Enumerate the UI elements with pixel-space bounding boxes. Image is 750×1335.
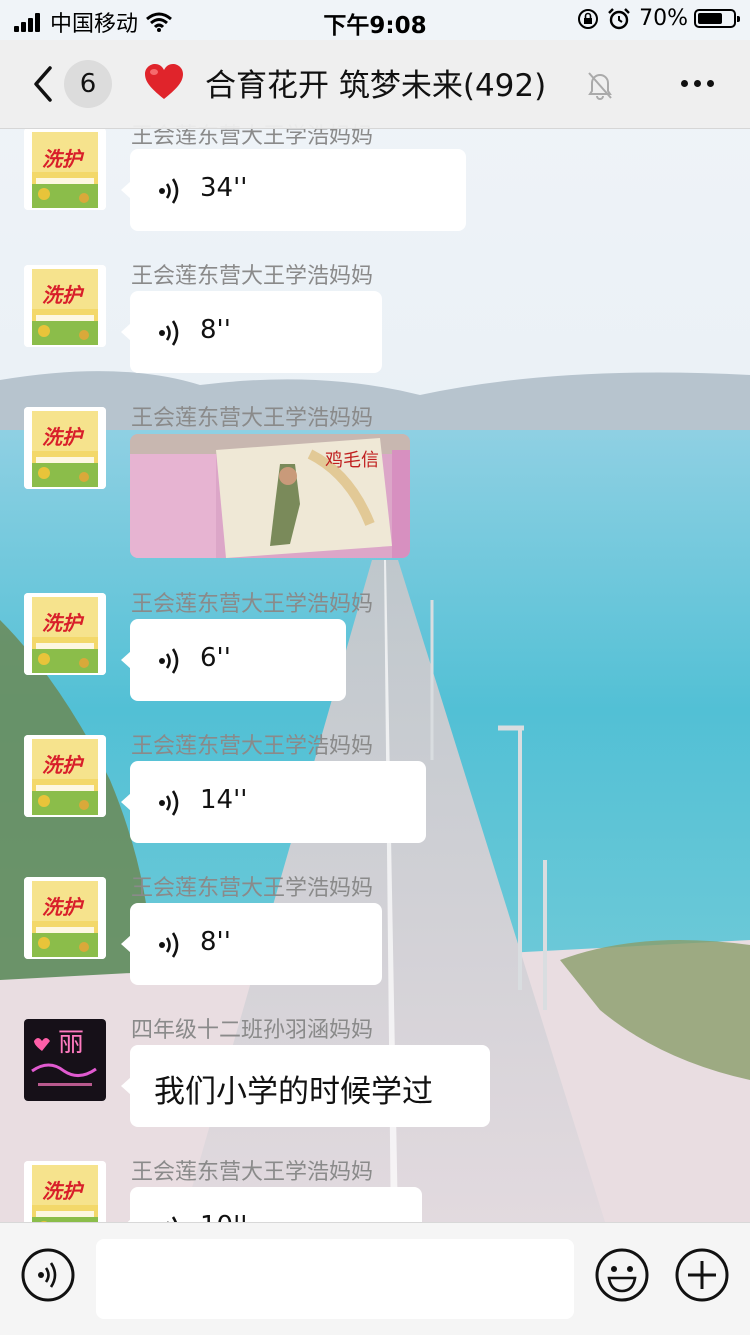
avatar-brand-text: 洗护 [42,753,85,777]
sender-name: 王会莲东营大王学浩妈妈 [131,406,374,431]
more-options-button[interactable] [675,80,714,87]
voice-wave-icon [159,932,179,958]
chat-nav-bar: 6 合育花开 筑梦未来(492) [0,40,750,129]
svg-text:洗护: 洗护 [42,611,85,635]
status-right: 70% [577,6,740,31]
battery-icon [694,9,740,28]
sender-name: 四年级十二班孙羽涵妈妈 [131,1018,374,1043]
text-message-bubble[interactable]: 我们小学的时候学过 [121,1045,490,1127]
back-chevron-icon[interactable] [28,64,58,104]
message-list[interactable]: 洗护 王会莲东营大王学浩妈妈 34'' 洗护 王会莲东营大王学浩妈妈 8'' 洗 [0,0,750,1222]
sender-name: 王会莲东营大王学浩妈妈 [131,264,374,289]
voice-message-bubble[interactable]: 6'' [121,619,346,701]
voice-duration: 34'' [200,173,248,203]
sender-name: 王会莲东营大王学浩妈妈 [131,592,374,617]
voice-duration: 14'' [200,785,248,815]
image-caption-text: 鸡毛信 [325,450,379,471]
sender-name: 王会莲东营大王学浩妈妈 [131,734,374,759]
unread-count-badge[interactable]: 6 [64,60,112,108]
more-dots-icon [681,80,688,87]
voice-wave-icon [159,648,179,674]
svg-text:洗护: 洗护 [42,283,85,307]
voice-message-bubble[interactable]: 8'' [121,903,382,985]
svg-text:洗护: 洗护 [42,753,85,777]
voice-wave-icon [159,178,179,204]
alarm-icon [608,7,630,29]
avatar-brand-text: 洗护 [42,895,85,919]
image-message[interactable]: 鸡毛信 [130,434,410,558]
battery-percent: 70% [639,6,688,31]
avatar-brand-text: 洗护 [42,147,85,171]
voice-duration: 6'' [200,643,231,673]
voice-message-bubble[interactable]: 34'' [121,149,466,231]
heart-icon [145,64,183,99]
bell-off-icon [588,72,612,100]
sender-avatar[interactable]: 丽 [24,1019,106,1101]
orientation-lock-icon [578,8,599,29]
sender-name: 王会莲东营大王学浩妈妈 [131,1160,374,1185]
avatar-brand-text: 洗护 [42,425,85,449]
svg-text:洗护: 洗护 [42,425,85,449]
voice-wave-icon [159,790,179,816]
plus-icon[interactable] [674,1247,730,1303]
chat-input-bar [0,1222,750,1335]
voice-toggle-icon[interactable] [20,1247,76,1303]
avatar-brand-text: 洗护 [42,611,85,635]
emoji-icon[interactable] [594,1247,650,1303]
avatar-text: 丽 [58,1028,84,1058]
voice-duration: 8'' [200,927,231,957]
voice-message-bubble[interactable]: 8'' [121,291,382,373]
sender-name: 王会莲东营大王学浩妈妈 [131,876,374,901]
voice-duration: 8'' [200,315,231,345]
message-input[interactable] [96,1239,574,1319]
svg-text:洗护: 洗护 [42,147,85,171]
voice-wave-icon [159,320,179,346]
message-text: 我们小学的时候学过 [154,1074,433,1110]
voice-message-bubble[interactable]: 14'' [121,761,426,843]
svg-text:洗护: 洗护 [42,895,85,919]
svg-text:洗护: 洗护 [42,1179,85,1203]
voice-duration: 10'' [200,1211,247,1222]
status-bar: 中国移动 下午9:08 70% [0,0,750,40]
avatar-brand-text: 洗护 [42,283,85,307]
voice-message-bubble[interactable]: 10'' [121,1187,422,1222]
avatar-brand-text: 洗护 [42,1179,85,1203]
chat-title[interactable]: 合育花开 筑梦未来(492) [205,60,546,105]
voice-wave-icon [167,1216,177,1222]
